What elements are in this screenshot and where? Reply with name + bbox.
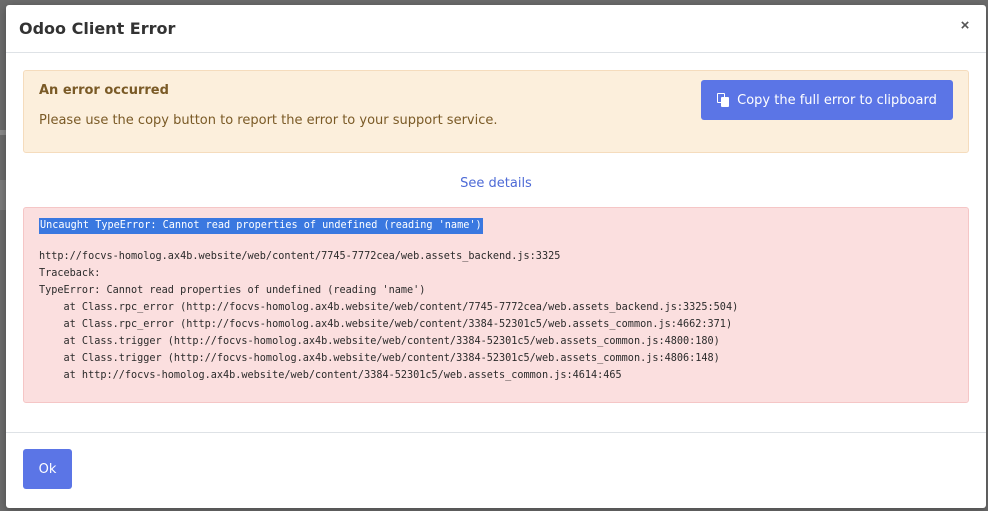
alert-message: Please use the copy button to report the… [39, 113, 498, 128]
trace-line: at http://focvs-homolog.ax4b.website/web… [39, 370, 622, 381]
trace-line: at Class.rpc_error (http://focvs-homolog… [39, 319, 733, 330]
clipboard-copy-icon [717, 93, 730, 107]
error-headline: Uncaught TypeError: Cannot read properti… [39, 218, 483, 234]
error-alert: An error occurred Please use the copy bu… [23, 70, 969, 153]
trace-line: at Class.trigger (http://focvs-homolog.a… [39, 353, 720, 364]
close-icon: × [960, 17, 970, 34]
dialog-title: Odoo Client Error [19, 19, 176, 38]
trace-line: TypeError: Cannot read properties of und… [39, 285, 426, 296]
dialog-footer: Ok [6, 432, 986, 508]
close-button[interactable]: × [956, 17, 974, 35]
error-details-box: Uncaught TypeError: Cannot read properti… [23, 207, 969, 403]
traceback: http://focvs-homolog.ax4b.website/web/co… [39, 248, 738, 384]
trace-line: at Class.trigger (http://focvs-homolog.a… [39, 336, 720, 347]
dialog-header: Odoo Client Error × [6, 5, 986, 53]
copy-error-button[interactable]: Copy the full error to clipboard [701, 80, 953, 120]
trace-line: http://focvs-homolog.ax4b.website/web/co… [39, 251, 561, 262]
ok-button[interactable]: Ok [23, 449, 72, 489]
see-details-link[interactable]: See details [6, 176, 986, 192]
alert-title: An error occurred [39, 83, 169, 98]
trace-line: at Class.rpc_error (http://focvs-homolog… [39, 302, 739, 313]
trace-line: Traceback: [39, 268, 101, 279]
copy-error-button-label: Copy the full error to clipboard [737, 92, 937, 108]
error-dialog: Odoo Client Error × An error occurred Pl… [6, 5, 986, 508]
